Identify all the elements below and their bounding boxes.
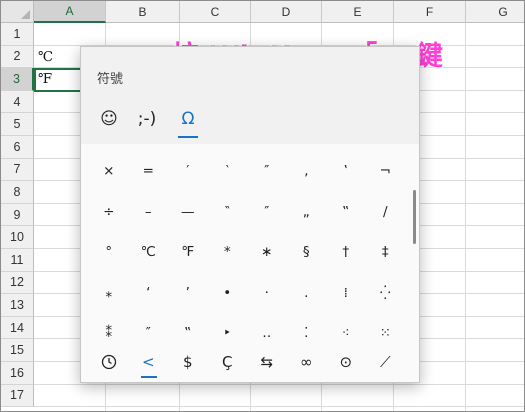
symbol-button[interactable]: • xyxy=(208,273,248,314)
row-header-4[interactable]: 4 xyxy=(1,90,34,114)
tab-kaomoji-icon[interactable]: ;-) xyxy=(129,103,165,135)
column-header-e[interactable]: E xyxy=(322,1,394,23)
symbol-button[interactable]: ‶ xyxy=(208,192,248,233)
row-header-12[interactable]: 12 xyxy=(1,271,34,295)
row-header-11[interactable]: 11 xyxy=(1,249,34,272)
symbol-button[interactable]: × xyxy=(89,151,129,192)
column-header-a[interactable]: A xyxy=(34,1,106,23)
arrows-icon[interactable]: ⇆ xyxy=(247,342,287,382)
symbol-button[interactable]: ÷ xyxy=(89,192,129,233)
latin-icon[interactable]: Ç xyxy=(208,342,248,382)
row-header-15[interactable]: 15 xyxy=(1,339,34,362)
grid-line xyxy=(34,406,524,408)
column-header-d[interactable]: D xyxy=(251,1,322,23)
symbol-button[interactable]: ‘ xyxy=(129,273,169,314)
symbol-button[interactable]: ℃ xyxy=(129,232,169,273)
category-bar: < $ Ç ⇆ ∞ ⊙ ⟋ xyxy=(89,342,405,382)
scrollbar[interactable] xyxy=(413,190,416,244)
symbol-button[interactable]: ° xyxy=(89,232,129,273)
symbol-button[interactable]: ∕ xyxy=(366,192,406,233)
row-header-17[interactable]: 17 xyxy=(1,384,34,408)
recent-clock-icon[interactable] xyxy=(89,342,129,382)
language-icon[interactable]: ⟋ xyxy=(366,342,406,382)
panel-title: 符號 xyxy=(97,72,124,87)
symbol-button[interactable]: ∗ xyxy=(247,232,287,273)
symbol-button[interactable]: ‚ xyxy=(287,151,327,192)
row-header-13[interactable]: 13 xyxy=(1,294,34,317)
row-header-1[interactable]: 1 xyxy=(1,23,34,46)
symbol-button[interactable]: ‵ xyxy=(208,151,248,192)
column-header-g[interactable]: G xyxy=(466,1,524,23)
punctuation-icon[interactable]: < xyxy=(129,342,169,382)
column-header-f[interactable]: F xyxy=(394,1,466,23)
symbol-button[interactable]: ‟ xyxy=(326,192,366,233)
symbol-button[interactable]: — xyxy=(168,192,208,233)
symbol-button[interactable]: ℉ xyxy=(168,232,208,273)
row-header-9[interactable]: 9 xyxy=(1,203,34,227)
select-all-corner[interactable] xyxy=(1,1,34,23)
row-header-8[interactable]: 8 xyxy=(1,181,34,204)
symbol-button[interactable]: ’ xyxy=(168,273,208,314)
symbol-button[interactable]: . xyxy=(287,273,327,314)
cell-a2[interactable]: ℃ xyxy=(34,46,53,68)
row-header-5[interactable]: 5 xyxy=(1,113,34,136)
symbol-button[interactable]: „ xyxy=(287,192,327,233)
math-icon[interactable]: ∞ xyxy=(287,342,327,382)
panel-header: 符號 ☺ ;-) Ω xyxy=(81,47,419,144)
symbol-button[interactable]: ⁛ xyxy=(366,273,406,314)
row-header-14[interactable]: 14 xyxy=(1,316,34,340)
symbol-button[interactable]: ¬ xyxy=(366,151,406,192)
symbol-button[interactable]: † xyxy=(326,232,366,273)
row-header-6[interactable]: 6 xyxy=(1,136,34,159)
symbol-button[interactable]: ⁞ xyxy=(326,273,366,314)
tab-smiley-icon[interactable]: ☺ xyxy=(91,103,127,135)
row-header-2[interactable]: 2 xyxy=(1,45,34,69)
symbol-button[interactable]: ′ xyxy=(168,151,208,192)
symbol-button[interactable]: – xyxy=(129,192,169,233)
symbol-button[interactable]: ″ xyxy=(247,151,287,192)
symbol-grid: × = ′ ‵ ″ ‚ ‛ ¬ ÷ – — ‶ ″ „ ‟ ∕ ° ℃ ℉ * ∗ § † ‡ ⁎ ‘’ • ·. ⁞ ⁛ ⁑ ″ ‟ ‣ ‥ ⁚ ⁖ ⁙ xyxy=(89,151,405,354)
symbol-button[interactable]: = xyxy=(129,151,169,192)
symbol-button[interactable]: ‛ xyxy=(326,151,366,192)
geometric-icon[interactable]: ⊙ xyxy=(326,342,366,382)
column-header-c[interactable]: C xyxy=(180,1,251,23)
tab-symbols-icon[interactable]: Ω xyxy=(170,103,206,138)
row-header-10[interactable]: 10 xyxy=(1,226,34,249)
column-header-b[interactable]: B xyxy=(106,1,180,23)
row-header-16[interactable]: 16 xyxy=(1,362,34,385)
currency-icon[interactable]: $ xyxy=(168,342,208,382)
symbol-button[interactable]: * xyxy=(208,232,248,273)
symbol-button[interactable]: § xyxy=(287,232,327,273)
grid-line xyxy=(465,23,466,411)
row-header-3[interactable]: 3 xyxy=(1,68,34,91)
symbol-button[interactable]: ″ xyxy=(247,192,287,233)
row-header-7[interactable]: 7 xyxy=(1,158,34,182)
symbol-button[interactable]: · xyxy=(247,273,287,314)
grid-line xyxy=(34,383,524,385)
symbol-button[interactable]: ‡ xyxy=(366,232,406,273)
symbol-panel: 符號 ☺ ;-) Ω × = ′ ‵ ″ ‚ ‛ ¬ ÷ – — ‶ ″ „ ‟ ∕ ° ℃ ℉ * ∗ § † ‡ ⁎ ‘’ • ·. ⁞… xyxy=(80,46,420,383)
symbol-button[interactable]: ⁎ xyxy=(89,273,129,314)
